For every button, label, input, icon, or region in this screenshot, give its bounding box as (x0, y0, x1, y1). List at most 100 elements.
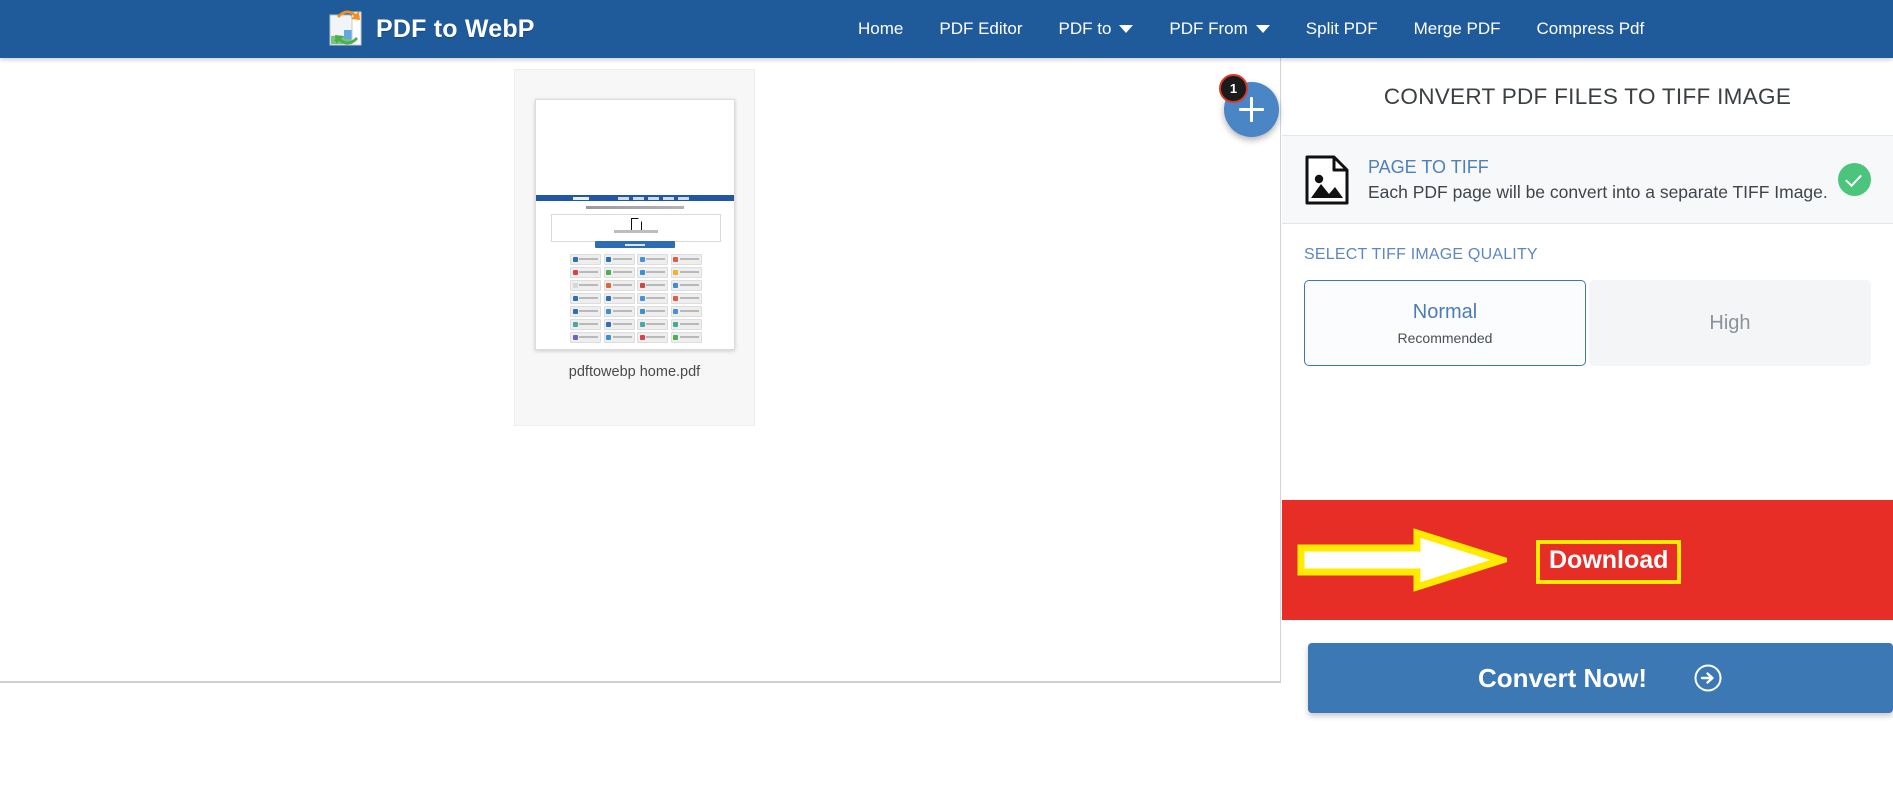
preview-mini-tool-icon (639, 282, 645, 288)
preview-mini-tool-icon (572, 308, 578, 314)
download-label[interactable]: Download (1536, 540, 1682, 584)
preview-mini-tool-label (612, 284, 632, 286)
chevron-down-icon (1255, 25, 1270, 33)
preview-mini-tool-label (679, 323, 699, 325)
convert-now-button[interactable]: Convert Now! (1308, 643, 1893, 713)
preview-mini-tool-icon (673, 321, 679, 327)
preview-mini-tool-tile (603, 319, 635, 330)
quality-option-high[interactable]: High (1589, 280, 1871, 366)
preview-mini-tool-label (646, 323, 666, 325)
nav-item-pdf-editor[interactable]: PDF Editor (921, 0, 1040, 58)
preview-mini-tool-tile (670, 254, 702, 265)
preview-mini-tool-icon (639, 334, 645, 340)
conversion-mode-description: Each PDF page will be convert into a sep… (1368, 181, 1828, 202)
preview-mini-tool-icon (606, 308, 612, 314)
preview-mini-tool-icon (572, 334, 578, 340)
preview-mini-tool-tile (637, 319, 669, 330)
preview-mini-tool-tile (603, 306, 635, 317)
preview-mini-tool-icon (639, 256, 645, 262)
preview-mini-navbar (536, 195, 734, 201)
conversion-mode-heading: PAGE TO TIFF (1368, 156, 1489, 177)
preview-mini-tool-label (612, 271, 632, 273)
preview-mini-tool-label (579, 284, 599, 286)
preview-mini-tool-label (679, 271, 699, 273)
preview-mini-tool-label (646, 271, 666, 273)
preview-mini-logo (573, 196, 589, 200)
preview-mini-tool-icon (639, 308, 645, 314)
nav-item-merge-pdf[interactable]: Merge PDF (1396, 0, 1519, 58)
preview-mini-tool-label (679, 258, 699, 260)
nav-item-label: PDF to (1058, 19, 1112, 38)
nav-item-pdf-to[interactable]: PDF to (1041, 0, 1152, 58)
quality-selector-label: SELECT TIFF IMAGE QUALITY (1304, 246, 1538, 263)
brand[interactable]: PDF to WebP (324, 2, 535, 56)
preview-mini-tool-icon (673, 295, 679, 301)
nav-item-label: Compress Pdf (1536, 19, 1645, 38)
check-circle-icon (1838, 163, 1871, 196)
preview-mini-dropzone-text (614, 230, 658, 233)
preview-mini-tool-icon (639, 269, 645, 275)
preview-mini-tool-label (579, 297, 599, 299)
preview-mini-tool-label (612, 323, 632, 325)
download-banner: Download (1282, 500, 1893, 620)
nav-item-pdf-from[interactable]: PDF From (1151, 0, 1287, 58)
panel-title: CONVERT PDF FILES TO TIFF IMAGE (1282, 58, 1893, 136)
preview-mini-tool-label (646, 258, 666, 260)
preview-mini-tool-tile (637, 293, 669, 304)
preview-mini-tool-tile (570, 267, 602, 278)
preview-mini-tool-icon (639, 295, 645, 301)
quality-options: Normal Recommended High (1304, 280, 1871, 366)
conversion-mode-texts: PAGE TO TIFF Each PDF page will be conve… (1368, 157, 1832, 203)
preview-mini-tool-tile (603, 280, 635, 291)
preview-mini-tool-tile (637, 280, 669, 291)
preview-mini-tool-icon (572, 256, 578, 262)
file-thumbnail-card[interactable]: pdftowebp home.pdf (514, 69, 755, 426)
preview-mini-tool-label (646, 284, 666, 286)
pdf-to-webp-logo-icon (324, 6, 372, 52)
preview-mini-tool-tile (637, 267, 669, 278)
preview-mini-tool-tile (603, 293, 635, 304)
preview-mini-tool-icon (606, 282, 612, 288)
preview-mini-tool-tile (637, 306, 669, 317)
add-file-control: 1 (1219, 74, 1288, 138)
quality-option-name: High (1709, 311, 1751, 334)
nav-item-split-pdf[interactable]: Split PDF (1288, 0, 1396, 58)
preview-mini-tool-icon (673, 269, 679, 275)
nav-item-label: Split PDF (1305, 19, 1378, 38)
conversion-panel: CONVERT PDF FILES TO TIFF IMAGE PAGE TO … (1282, 58, 1893, 793)
brand-name: PDF to WebP (376, 14, 535, 43)
preview-mini-tool-icon (606, 334, 612, 340)
preview-mini-tool-label (646, 310, 666, 312)
preview-mini-tool-icon (606, 295, 612, 301)
preview-mini-tool-label (679, 297, 699, 299)
preview-mini-links (618, 197, 693, 200)
arrow-circle-right-icon (1693, 663, 1723, 693)
preview-mini-tool-tile (570, 293, 602, 304)
nav-item-label: Merge PDF (1413, 19, 1501, 38)
preview-mini-tool-icon (606, 321, 612, 327)
preview-mini-tool-icon (572, 269, 578, 275)
preview-mini-tool-tile (570, 306, 602, 317)
preview-mini-tool-label (679, 310, 699, 312)
nav-item-label: PDF Editor (939, 19, 1023, 38)
preview-mini-tool-label (579, 271, 599, 273)
top-navbar: PDF to WebP Home PDF Editor PDF to PDF F… (0, 0, 1893, 58)
preview-mini-tool-tile (670, 280, 702, 291)
nav-item-label: PDF From (1169, 19, 1248, 38)
right-arrow-annotation-icon (1297, 528, 1514, 592)
quality-selector: SELECT TIFF IMAGE QUALITY Normal Recomme… (1282, 224, 1893, 396)
nav-item-home[interactable]: Home (840, 0, 921, 58)
preview-mini-tool-label (646, 336, 666, 338)
preview-mini-tool-tile (670, 293, 702, 304)
preview-mini-tool-tile (603, 267, 635, 278)
preview-mini-tool-tile (570, 254, 602, 265)
image-document-icon (1304, 154, 1350, 206)
preview-mini-tool-tile (570, 280, 602, 291)
nav-item-compress-pdf[interactable]: Compress Pdf (1519, 0, 1663, 58)
quality-option-normal[interactable]: Normal Recommended (1304, 280, 1586, 366)
preview-mini-title (586, 206, 684, 209)
preview-mini-tool-label (646, 297, 666, 299)
preview-mini-button (595, 241, 675, 248)
conversion-mode-row[interactable]: PAGE TO TIFF Each PDF page will be conve… (1282, 136, 1893, 224)
preview-mini-tool-icon (606, 256, 612, 262)
